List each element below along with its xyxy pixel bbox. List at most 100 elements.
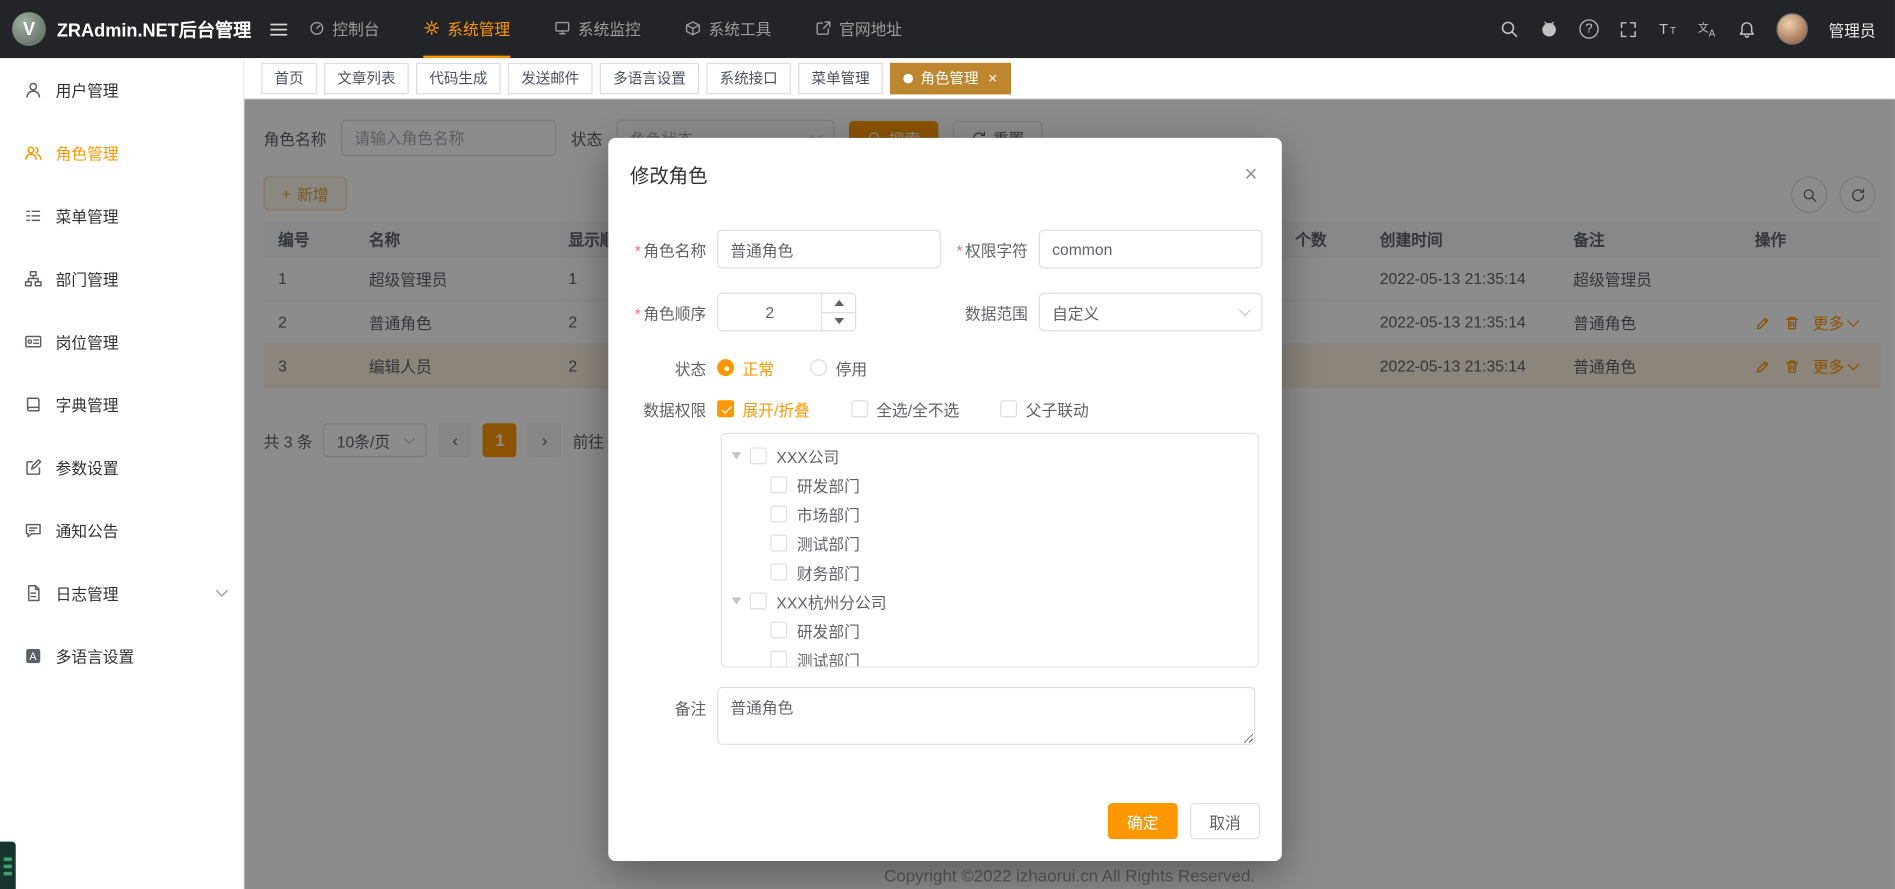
sidebar-item-dictionaries[interactable]: 字典管理 bbox=[0, 372, 243, 435]
sidebar-item-users[interactable]: 用户管理 bbox=[0, 58, 243, 121]
language-badge-icon: A bbox=[24, 646, 42, 664]
language-icon[interactable]: 文A bbox=[1698, 19, 1717, 38]
tab-label: 首页 bbox=[275, 68, 304, 89]
checkbox-expand-collapse[interactable]: 展开/折叠 bbox=[717, 397, 810, 420]
field-label-role-name: *角色名称 bbox=[608, 238, 717, 261]
checkbox-icon[interactable] bbox=[770, 622, 787, 639]
tab-code-generation[interactable]: 代码生成 bbox=[416, 62, 501, 93]
sidebar-item-label: 用户管理 bbox=[56, 78, 119, 101]
chevron-down-icon bbox=[216, 585, 228, 597]
edit-square-icon bbox=[24, 458, 42, 476]
tab-label: 多语言设置 bbox=[613, 68, 686, 89]
svg-text:文: 文 bbox=[1698, 20, 1709, 34]
avatar[interactable] bbox=[1776, 13, 1807, 44]
tab-i18n-settings[interactable]: 多语言设置 bbox=[600, 62, 699, 93]
nav-item-system-manage[interactable]: 系统管理 bbox=[423, 0, 510, 58]
tree-node[interactable]: 研发部门 bbox=[722, 616, 1258, 645]
checkbox-icon[interactable] bbox=[770, 651, 787, 668]
tab-menu-manage[interactable]: 菜单管理 bbox=[798, 62, 883, 93]
cancel-button[interactable]: 取消 bbox=[1190, 803, 1260, 839]
role-order-field[interactable] bbox=[718, 294, 821, 330]
tab-article-list[interactable]: 文章列表 bbox=[324, 62, 409, 93]
checkbox-parent-child-link[interactable]: 父子联动 bbox=[1000, 397, 1088, 420]
search-icon[interactable] bbox=[1500, 19, 1519, 38]
sidebar-item-logs[interactable]: 日志管理 bbox=[0, 561, 243, 624]
perm-char-field[interactable] bbox=[1039, 230, 1263, 269]
svg-text:T: T bbox=[1659, 22, 1668, 38]
close-icon[interactable]: × bbox=[1244, 163, 1257, 186]
nav-item-system-monitor[interactable]: 系统监控 bbox=[554, 0, 641, 58]
checkbox-icon[interactable] bbox=[770, 505, 787, 522]
corner-widget[interactable] bbox=[0, 842, 16, 889]
svg-text:T: T bbox=[1670, 26, 1676, 37]
logo-area[interactable]: V ZRAdmin.NET后台管理 bbox=[0, 12, 251, 46]
nav-label: 控制台 bbox=[332, 16, 379, 39]
stepper-up-button[interactable] bbox=[822, 294, 855, 312]
remark-textarea[interactable]: 普通角色 bbox=[717, 687, 1255, 745]
checkbox-label: 父子联动 bbox=[1026, 397, 1089, 420]
checkbox-icon[interactable] bbox=[750, 593, 767, 610]
tab-system-api[interactable]: 系统接口 bbox=[706, 62, 791, 93]
tree-node-label: XXX公司 bbox=[776, 444, 839, 467]
field-label-role-order: *角色顺序 bbox=[608, 301, 717, 324]
dialog-footer: 确定 取消 bbox=[1108, 803, 1260, 839]
checkbox-icon bbox=[717, 400, 734, 417]
checkbox-icon[interactable] bbox=[770, 476, 787, 493]
sidebar-item-i18n[interactable]: A 多语言设置 bbox=[0, 624, 243, 687]
nav-item-console[interactable]: 控制台 bbox=[308, 0, 379, 58]
tree-node[interactable]: XXX公司 bbox=[722, 441, 1258, 470]
help-icon[interactable]: ? bbox=[1579, 19, 1598, 38]
confirm-button[interactable]: 确定 bbox=[1108, 803, 1178, 839]
sidebar-item-parameters[interactable]: 参数设置 bbox=[0, 435, 243, 498]
sidebar-item-label: 参数设置 bbox=[56, 455, 119, 478]
tree-node-label: 财务部门 bbox=[797, 561, 860, 584]
radio-dot bbox=[810, 359, 827, 376]
radio-status-disabled[interactable]: 停用 bbox=[810, 356, 867, 379]
checkbox-icon[interactable] bbox=[770, 564, 787, 581]
sidebar-item-posts[interactable]: 岗位管理 bbox=[0, 310, 243, 373]
tab-home[interactable]: 首页 bbox=[261, 62, 317, 93]
svg-text:A: A bbox=[1709, 28, 1716, 38]
github-icon[interactable] bbox=[1539, 19, 1558, 38]
tab-close-icon[interactable]: × bbox=[988, 70, 997, 86]
bell-icon[interactable] bbox=[1738, 20, 1756, 38]
tree-caret-icon[interactable] bbox=[732, 452, 742, 459]
checkbox-select-all[interactable]: 全选/全不选 bbox=[851, 397, 959, 420]
tree-node-label: 市场部门 bbox=[797, 502, 860, 525]
nav-item-official-site[interactable]: 官网地址 bbox=[815, 0, 902, 58]
tree-node[interactable]: 财务部门 bbox=[722, 557, 1258, 586]
tree-node[interactable]: 测试部门 bbox=[722, 645, 1258, 668]
app: V ZRAdmin.NET后台管理 控制台 系统管理 系统监控 系统工具 bbox=[0, 0, 1895, 889]
tree-caret-icon[interactable] bbox=[732, 597, 742, 604]
permission-tree: XXX公司 研发部门 市场部门 测试部门 财务部门 bbox=[721, 433, 1259, 668]
org-tree-icon bbox=[24, 269, 42, 287]
radio-label: 正常 bbox=[743, 356, 774, 379]
stepper-down-button[interactable] bbox=[822, 311, 855, 330]
role-name-field[interactable] bbox=[717, 230, 941, 269]
tree-node-label: XXX杭州分公司 bbox=[776, 590, 886, 613]
edit-role-dialog: 修改角色 × *角色名称 *权限字符 *角色顺序 bbox=[608, 138, 1282, 861]
data-scope-select[interactable]: 自定义 bbox=[1039, 293, 1263, 332]
tree-node-label: 测试部门 bbox=[797, 648, 860, 668]
tree-node[interactable]: 研发部门 bbox=[722, 470, 1258, 499]
sidebar-item-label: 通知公告 bbox=[56, 518, 119, 541]
tree-node[interactable]: 市场部门 bbox=[722, 499, 1258, 528]
checkbox-icon[interactable] bbox=[770, 535, 787, 552]
sidebar-item-menus[interactable]: 菜单管理 bbox=[0, 184, 243, 247]
tab-send-mail[interactable]: 发送邮件 bbox=[508, 62, 593, 93]
tree-node[interactable]: 测试部门 bbox=[722, 528, 1258, 557]
radio-status-normal[interactable]: 正常 bbox=[717, 356, 774, 379]
checkbox-icon[interactable] bbox=[750, 447, 767, 464]
sidebar-item-roles[interactable]: 角色管理 bbox=[0, 121, 243, 184]
sidebar-item-departments[interactable]: 部门管理 bbox=[0, 247, 243, 310]
user-name[interactable]: 管理员 bbox=[1828, 18, 1875, 41]
font-size-icon[interactable]: TT bbox=[1658, 19, 1677, 38]
tab-role-manage[interactable]: 角色管理 × bbox=[890, 62, 1010, 93]
hamburger-menu-icon[interactable] bbox=[268, 19, 289, 40]
sidebar-item-notices[interactable]: 通知公告 bbox=[0, 498, 243, 561]
nav-label: 系统监控 bbox=[578, 16, 641, 39]
tree-node[interactable]: XXX杭州分公司 bbox=[722, 587, 1258, 616]
fullscreen-icon[interactable] bbox=[1619, 20, 1637, 38]
nav-item-system-tools[interactable]: 系统工具 bbox=[684, 0, 771, 58]
tab-label: 文章列表 bbox=[337, 68, 395, 89]
